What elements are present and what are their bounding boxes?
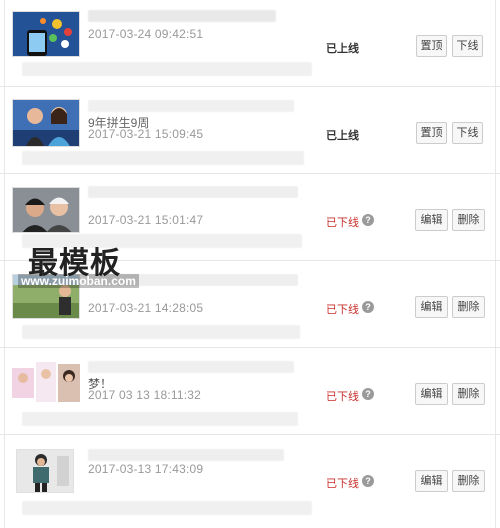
description-text [22, 62, 312, 76]
help-icon[interactable]: ? [362, 475, 374, 487]
pin-button[interactable]: 置顶 [416, 35, 447, 57]
couple-photo-image [12, 99, 80, 147]
delete-button[interactable]: 删除 [452, 383, 485, 405]
date-text: 2017-03-24 09:42:51 [88, 27, 204, 41]
date-text: 2017 03 13 18:11:32 [88, 388, 202, 402]
list-item: 梦！ 2017 03 13 18:11:32 已下线 ? 编辑 删除 [0, 348, 500, 435]
status-label: 已上线 [326, 130, 359, 142]
title-blur [88, 100, 294, 112]
divider [495, 87, 496, 173]
divider [495, 0, 496, 86]
divider [4, 435, 5, 528]
description-text [22, 501, 312, 515]
description-text [22, 412, 298, 426]
title-text [88, 186, 298, 198]
divider [495, 348, 496, 434]
pin-button[interactable]: 置顶 [416, 122, 447, 144]
divider [495, 435, 496, 528]
edit-button[interactable]: 编辑 [415, 383, 448, 405]
title-text [88, 10, 276, 22]
list-item: 2017-03-13 17:43:09 已下线 ? 编辑 删除 [0, 435, 500, 528]
status-label: 已上线 [326, 43, 359, 55]
delete-button[interactable]: 删除 [452, 296, 485, 318]
date-text: 2017-03-21 15:09:45 [88, 127, 204, 141]
divider [4, 87, 5, 173]
date-text: 2017-03-21 15:01:47 [88, 213, 204, 227]
help-icon[interactable]: ? [362, 388, 374, 400]
help-icon[interactable]: ? [362, 301, 374, 313]
divider [4, 174, 5, 260]
delete-button[interactable]: 删除 [452, 209, 485, 231]
two-people-image [12, 187, 80, 233]
take-offline-button[interactable]: 下线 [452, 122, 483, 144]
list-item: 9年拼生9周 2017-03-21 15:09:45 已上线 置顶 下线 [0, 87, 500, 174]
edit-button[interactable]: 编辑 [415, 209, 448, 231]
description-text [22, 151, 304, 165]
divider [4, 348, 5, 434]
description-text [22, 325, 300, 339]
take-offline-button[interactable]: 下线 [452, 35, 483, 57]
edit-button[interactable]: 编辑 [415, 296, 448, 318]
status-label: 已下线 [326, 217, 359, 229]
divider [4, 261, 5, 347]
divider [495, 174, 496, 260]
status-label: 已下线 [326, 391, 359, 403]
status-label: 已下线 [326, 478, 359, 490]
edit-button[interactable]: 编辑 [415, 470, 448, 492]
title-text [88, 449, 284, 461]
title-blur [88, 361, 294, 373]
watermark-url: www.zuimoban.com [18, 274, 139, 288]
standing-person-image [16, 449, 74, 493]
list-item: 2017-03-24 09:42:51 已上线 置顶 下线 [0, 0, 500, 87]
collage-image [12, 362, 80, 404]
phone-apps-image [12, 11, 80, 57]
status-label: 已下线 [326, 304, 359, 316]
divider [4, 0, 5, 86]
date-text: 2017-03-21 14:28:05 [88, 301, 204, 315]
help-icon[interactable]: ? [362, 214, 374, 226]
date-text: 2017-03-13 17:43:09 [88, 462, 204, 476]
divider [495, 261, 496, 347]
delete-button[interactable]: 删除 [452, 470, 485, 492]
